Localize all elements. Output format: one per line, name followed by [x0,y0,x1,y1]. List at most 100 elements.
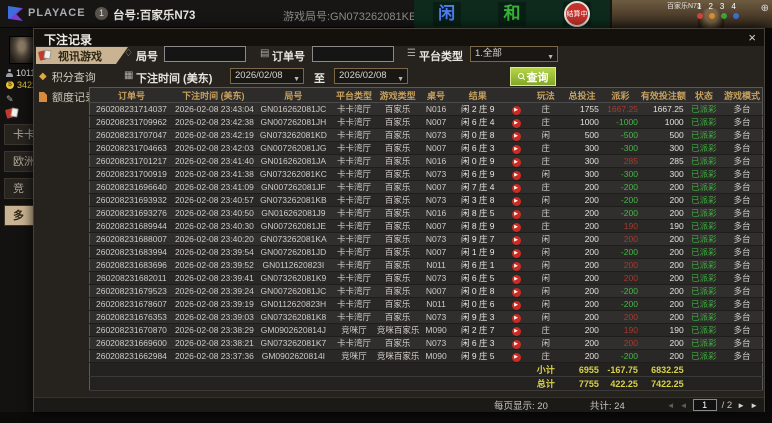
deck-number: 2 [708,2,713,11]
cell-round: GN073262081K8 [253,310,334,324]
app-screen: PLAYACE 1 台号:百家乐N73 游戏局号:GN073262081KE 闲… [0,0,772,423]
cell-result: 闲 6 庄 5 [451,271,504,285]
replay-button[interactable]: ▶ [511,132,521,141]
first-page-icon[interactable]: ◄ [667,401,675,410]
deck-chip-icon [733,13,739,19]
cell-replay: ▶ [504,271,529,285]
tab-quota-records[interactable]: 额度记录 [39,89,96,105]
cell-payout: 200 [600,258,640,272]
cell-replay: ▶ [504,167,529,181]
next-page-icon[interactable]: ► [737,401,745,410]
cell-platform: 竞咪厅 [333,349,375,363]
cell-table: N007 [420,141,452,155]
replay-button[interactable]: ▶ [511,171,521,180]
bet-spot-tie[interactable]: 和 [497,2,526,26]
bet-spot-player[interactable]: 闲 [432,2,461,26]
cell-platform: 卡卡湾厅 [333,167,375,181]
cell-table: N073 [420,336,452,350]
avatar[interactable] [9,36,35,64]
prev-page-icon[interactable]: ◄ [680,401,688,410]
close-icon[interactable]: × [748,30,756,45]
tab-points-query[interactable]: ◆ 积分查询 [39,69,96,85]
date-from-select[interactable]: 2026/02/08 ▼ [230,68,304,84]
replay-button[interactable]: ▶ [511,314,521,323]
cards-icon [39,50,53,62]
cell-mode: 多台 [722,141,763,155]
date-to-select[interactable]: 2026/02/08 ▼ [334,68,408,84]
replay-button[interactable]: ▶ [511,184,521,193]
round-filter-input[interactable] [164,46,246,62]
tab-video-games[interactable]: 视讯游戏 [36,47,128,64]
replay-button[interactable]: ▶ [511,353,521,362]
replay-button[interactable]: ▶ [511,210,521,219]
table-row: 260208231700919 2026-02-08 23:41:38 GN0732… [89,167,763,181]
cell-payout: -200 [600,284,640,298]
cell-play: 闲 [528,258,564,272]
cell-payout: 200 [600,310,640,324]
table-footer: 每页显示: 20 共计: 24 ◄ ◄ / 2 ► ► [34,397,764,412]
cell-payout: -200 [600,193,640,207]
cell-round: GN0112620823I [253,258,334,272]
cell-platform: 卡卡湾厅 [333,141,375,155]
cell-bet: 1755 [563,102,601,116]
cell-bet: 200 [563,284,601,298]
replay-button[interactable]: ▶ [511,106,521,115]
deck-indicators: 1 2 3 4 [697,2,749,19]
cell-mode: 多台 [722,297,763,311]
cell-status: 已派彩 [685,167,722,181]
page-number-input[interactable] [692,399,717,411]
replay-button[interactable]: ▶ [511,197,521,206]
table-row: 260208231688007 2026-02-08 23:40:20 GN0732… [89,232,763,246]
clipboard-icon: ▤ [260,48,270,59]
replay-button[interactable]: ▶ [511,119,521,128]
cell-replay: ▶ [504,180,529,194]
cell-valid: 200 [639,180,686,194]
cell-bet: 200 [563,232,601,246]
last-page-icon[interactable]: ► [750,401,758,410]
cell-round: GN073262081KB [253,193,334,207]
search-button[interactable]: 查询 [510,67,556,86]
cell-order: 260208231700919 [89,167,173,181]
cell-order: 260208231662984 [89,349,173,363]
cell-status: 已派彩 [685,271,722,285]
replay-button[interactable]: ▶ [511,327,521,336]
table-row: 260208231676353 2026-02-08 23:39:03 GN0732… [89,310,763,324]
cell-status: 已派彩 [685,310,722,324]
cell-play: 庄 [528,219,564,233]
replay-button[interactable]: ▶ [511,236,521,245]
cell-game: 百家乐 [374,167,421,181]
replay-button[interactable]: ▶ [511,158,521,167]
cell-round: GN016262081JC [253,102,334,116]
platform-select[interactable]: 1.全部 ▼ [470,46,558,62]
replay-button[interactable]: ▶ [511,249,521,258]
cell-game: 百家乐 [374,154,421,168]
cell-table: N007 [420,245,452,259]
cell-play: 闲 [528,245,564,259]
cell-result: 闲 8 庄 9 [451,219,504,233]
replay-button[interactable]: ▶ [511,145,521,154]
cell-payout: -200 [600,206,640,220]
cell-replay: ▶ [504,193,529,207]
cell-table: N073 [420,232,452,246]
order-filter-input[interactable] [312,46,394,62]
cell-valid: 285 [639,154,686,168]
cell-platform: 竞咪厅 [333,323,375,337]
replay-button[interactable]: ▶ [511,288,521,297]
subtotal-row-cell: 6955 [563,362,601,377]
replay-button[interactable]: ▶ [511,223,521,232]
replay-button[interactable]: ▶ [511,340,521,349]
cell-result: 闲 6 庄 4 [451,115,504,129]
cell-play: 庄 [528,180,564,194]
column-header: 下注时间 (美东) [172,87,254,103]
cell-status: 已派彩 [685,115,722,129]
table-row: 260208231689944 2026-02-08 23:40:30 GN0072… [89,219,763,233]
game-round-label: 游戏局号:GN073262081KE [283,11,417,23]
replay-button[interactable]: ▶ [511,262,521,271]
replay-button[interactable]: ▶ [511,275,521,284]
cell-mode: 多台 [722,349,763,363]
cell-platform: 卡卡湾厅 [333,193,375,207]
cell-bet: 300 [563,141,601,155]
cell-payout: 1667.25 [600,102,640,116]
video-expand-icon[interactable]: ⊕ [761,3,769,14]
replay-button[interactable]: ▶ [511,301,521,310]
